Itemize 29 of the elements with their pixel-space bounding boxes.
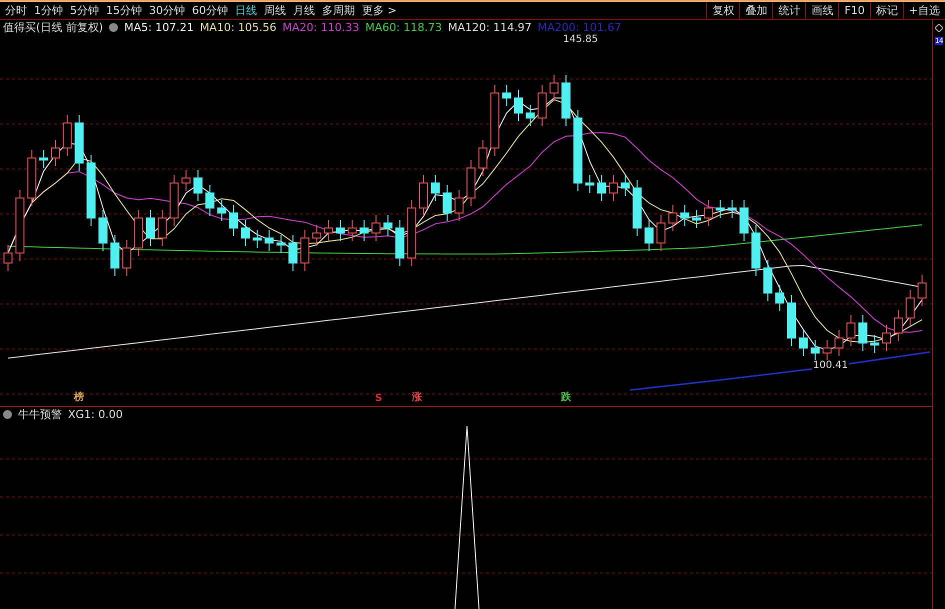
moving-average-reading: MA5: 107.21	[124, 20, 194, 34]
signal-marker: 涨	[412, 390, 422, 404]
period-tab[interactable]: 15分钟	[106, 3, 142, 18]
period-tab[interactable]: 60分钟	[192, 3, 228, 18]
period-tab[interactable]: 1分钟	[34, 3, 63, 18]
period-tab[interactable]: 多周期	[322, 3, 355, 18]
period-tab[interactable]: 30分钟	[149, 3, 185, 18]
moving-average-reading: MA10: 105.56	[200, 20, 277, 34]
indicator-reading: XG1: 0.00	[68, 408, 123, 420]
signal-marker: S	[375, 393, 382, 404]
period-tab[interactable]: 周线	[264, 3, 286, 18]
period-tab[interactable]: 5分钟	[70, 3, 99, 18]
signal-marker: 跌	[561, 390, 571, 404]
period-tab[interactable]: 月线	[293, 3, 315, 18]
moving-average-reading: MA20: 110.33	[282, 20, 360, 34]
signal-marker: 榜	[74, 390, 84, 404]
period-tab[interactable]: 更多 >	[362, 3, 397, 18]
settings-icon[interactable]	[109, 22, 118, 32]
high-price-label: 145.85	[562, 34, 599, 45]
chart-title: 值得买(日线 前复权)	[3, 20, 104, 34]
settings-icon[interactable]	[3, 410, 12, 418]
indicator-title: 牛牛预警	[18, 406, 62, 422]
moving-average-reading: MA120: 114.97	[448, 20, 532, 34]
period-tab[interactable]: 日线	[235, 3, 257, 18]
low-price-label: 100.41	[812, 360, 849, 371]
diamond-icon[interactable]	[935, 24, 943, 32]
moving-average-reading: MA200: 101.67	[538, 20, 622, 34]
moving-average-reading: MA60: 118.73	[365, 20, 442, 34]
period-tab[interactable]: 分时	[5, 3, 27, 18]
